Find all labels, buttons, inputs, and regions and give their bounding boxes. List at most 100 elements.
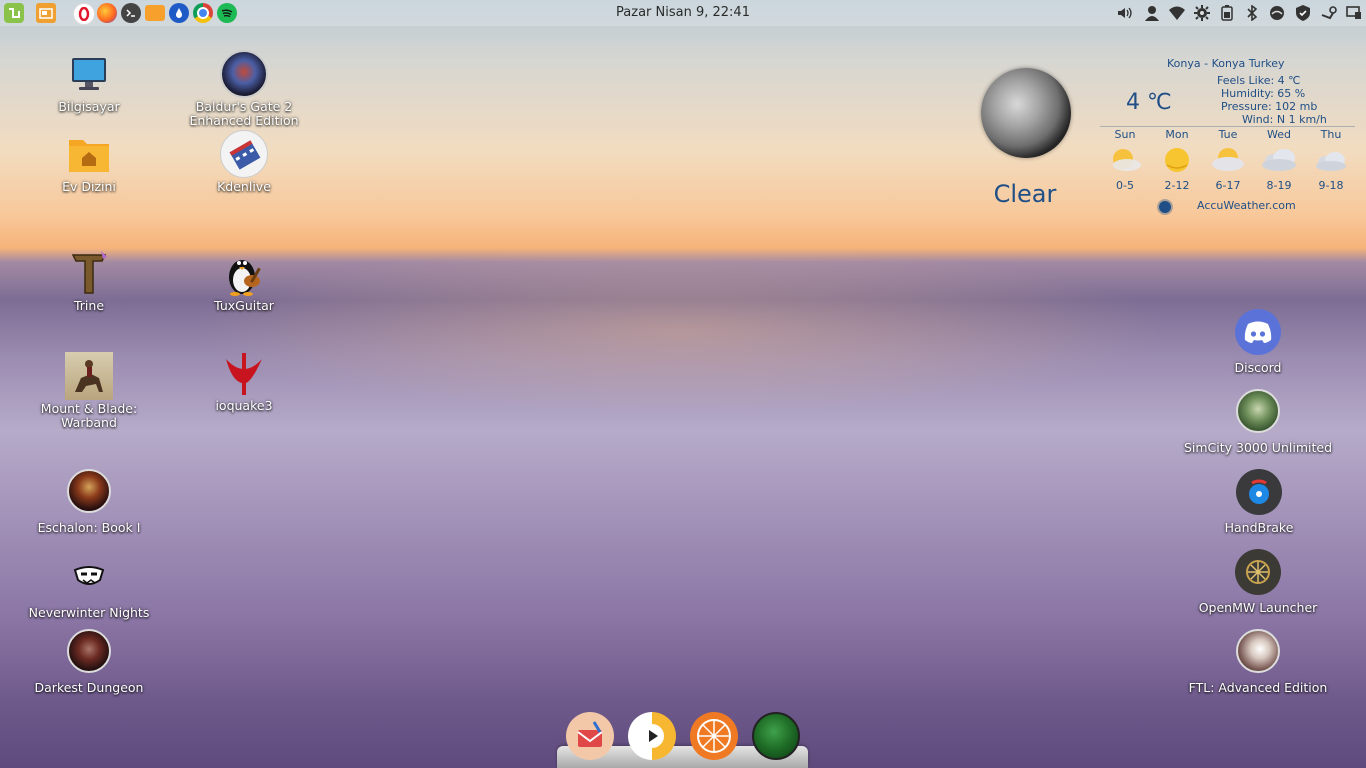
panel-clock[interactable]: Pazar Nisan 9, 22:41: [616, 5, 750, 20]
desktop-icon-baldurs-gate[interactable]: Baldur's Gate 2 Enhanced Edition: [169, 50, 319, 128]
desktop-icon-label: SimCity 3000 Unlimited: [1183, 440, 1333, 455]
settings-icon[interactable]: [1193, 4, 1211, 22]
opera-icon[interactable]: [73, 3, 95, 25]
desktop-icon-handbrake[interactable]: HandBrake: [1184, 469, 1334, 535]
handbrake-icon: [1236, 469, 1282, 515]
forecast-day: Sun 0-5: [1100, 128, 1150, 192]
simcity-icon: [1236, 389, 1280, 433]
desktop-icon-bilgisayar[interactable]: Bilgisayar: [14, 50, 164, 114]
firefox-icon[interactable]: [97, 3, 117, 23]
volume-icon[interactable]: [1116, 4, 1134, 22]
dock: [557, 706, 808, 768]
desktop-icon-openmw[interactable]: OpenMW Launcher: [1183, 549, 1333, 615]
desktop-icon-label: TuxGuitar: [214, 298, 274, 313]
bluetooth-icon[interactable]: [1243, 4, 1261, 22]
desktop-icon-ftl[interactable]: FTL: Advanced Edition: [1183, 629, 1333, 695]
trine-icon: [65, 249, 113, 297]
sun-cloud-icon: [1208, 145, 1248, 175]
green-orb-icon[interactable]: [752, 712, 800, 760]
kdenlive-icon: [220, 130, 268, 178]
network-icon[interactable]: [1268, 4, 1286, 22]
desktop-icon-label: Discord: [1234, 360, 1282, 375]
eschalon-icon: [67, 469, 111, 513]
discord-icon: [1235, 309, 1281, 355]
desktop-icon-trine[interactable]: Trine: [14, 249, 164, 313]
desktop-icon-label: Baldur's Gate 2 Enhanced Edition: [189, 99, 299, 128]
weather-temperature: 4 ℃: [1126, 90, 1172, 115]
quake-icon: [220, 349, 268, 397]
chrome-icon[interactable]: [193, 3, 213, 23]
weather-humidity: Humidity: 65 %: [1221, 87, 1306, 100]
forecast-divider: [1100, 126, 1355, 127]
desktop-icon-label: Mount & Blade: Warband: [40, 401, 138, 430]
terminal-icon[interactable]: [121, 3, 141, 23]
forecast-range: 9-18: [1318, 179, 1344, 192]
weather-condition: Clear: [993, 180, 1057, 208]
desktop-icon-label: Ev Dizini: [62, 179, 116, 194]
desktop-icon-darkest-dungeon[interactable]: Darkest Dungeon: [14, 629, 164, 695]
forecast-range: 2-12: [1164, 179, 1190, 192]
desktop-icon-mount-blade[interactable]: Mount & Blade: Warband: [14, 352, 164, 430]
shield-icon[interactable]: [1294, 4, 1312, 22]
power-icon[interactable]: [1218, 4, 1236, 22]
home-folder-icon: [65, 130, 113, 178]
desktop-icon-tuxguitar[interactable]: TuxGuitar: [169, 249, 319, 313]
top-panel: Pazar Nisan 9, 22:41: [0, 0, 1366, 26]
tux-penguin-icon: [220, 249, 268, 297]
forecast-range: 6-17: [1215, 179, 1241, 192]
desktop-icon-kdenlive[interactable]: Kdenlive: [169, 130, 319, 194]
desktop-icon-label: Bilgisayar: [58, 99, 120, 114]
sun-icon: [1157, 145, 1197, 175]
desktop-icon-eschalon[interactable]: Eschalon: Book I: [14, 469, 164, 535]
weather-feels-like: Feels Like: 4 ℃: [1217, 74, 1301, 87]
spotify-icon[interactable]: [217, 3, 237, 23]
weather-provider-link[interactable]: AccuWeather.com: [1197, 199, 1296, 212]
forecast-day: Tue 6-17: [1203, 128, 1253, 192]
folder-icon[interactable]: [145, 5, 165, 21]
darkest-dungeon-icon: [67, 629, 111, 673]
cloud-icon: [1311, 145, 1351, 175]
media-player-icon[interactable]: [628, 712, 676, 760]
citrus-app-icon[interactable]: [690, 712, 738, 760]
desktop-icon-discord[interactable]: Discord: [1183, 309, 1333, 375]
user-icon[interactable]: [1143, 4, 1161, 22]
forecast-range: 8-19: [1266, 179, 1292, 192]
forecast-day: Wed 8-19: [1254, 128, 1304, 192]
weather-pressure: Pressure: 102 mb: [1221, 100, 1318, 113]
forecast-range: 0-5: [1116, 179, 1134, 192]
cloud-icon: [1259, 145, 1299, 175]
sun-cloud-icon: [1105, 145, 1145, 175]
neverwinter-icon: [65, 556, 113, 604]
desktop-icon-neverwinter[interactable]: Neverwinter Nights: [14, 556, 164, 620]
wifi-icon[interactable]: [1168, 4, 1186, 22]
ftl-icon: [1236, 629, 1280, 673]
desktop-icon-label: HandBrake: [1224, 520, 1294, 535]
desktop-icon-label: Kdenlive: [217, 179, 271, 194]
files-app-icon[interactable]: [36, 3, 56, 23]
menu-icon[interactable]: [4, 3, 24, 23]
desktop-icon-ev-dizini[interactable]: Ev Dizini: [14, 130, 164, 194]
weather-desklet[interactable]: Clear Konya - Konya Turkey 4 ℃ Feels Lik…: [975, 55, 1360, 220]
desktop-icon-label: Darkest Dungeon: [34, 680, 144, 695]
desktop-icon-ioquake3[interactable]: ioquake3: [169, 349, 319, 413]
display-icon[interactable]: [1345, 4, 1363, 22]
forecast-day: Mon 2-12: [1152, 128, 1202, 192]
water-drop-icon[interactable]: [169, 3, 189, 23]
weather-wind: Wind: N 1 km/h: [1242, 113, 1327, 126]
forecast-day-name: Mon: [1165, 128, 1189, 141]
desktop-icon-label: Eschalon: Book I: [37, 520, 141, 535]
mount-blade-icon: [65, 352, 113, 400]
forecast-day-name: Sun: [1114, 128, 1136, 141]
desktop-icon-label: Trine: [73, 298, 105, 313]
accuweather-logo-icon: [1159, 201, 1171, 213]
openmw-icon: [1235, 549, 1281, 595]
baldurs-gate-icon: [220, 50, 268, 98]
desktop-icon-label: Neverwinter Nights: [28, 605, 150, 620]
weather-location: Konya - Konya Turkey: [1167, 57, 1285, 70]
forecast-day-name: Wed: [1267, 128, 1291, 141]
forecast-day-name: Thu: [1320, 128, 1342, 141]
desktop-icon-simcity[interactable]: SimCity 3000 Unlimited: [1183, 389, 1333, 455]
steam-icon[interactable]: [1320, 4, 1338, 22]
desktop-icon-label: OpenMW Launcher: [1198, 600, 1318, 615]
mail-app-icon[interactable]: [566, 712, 614, 760]
